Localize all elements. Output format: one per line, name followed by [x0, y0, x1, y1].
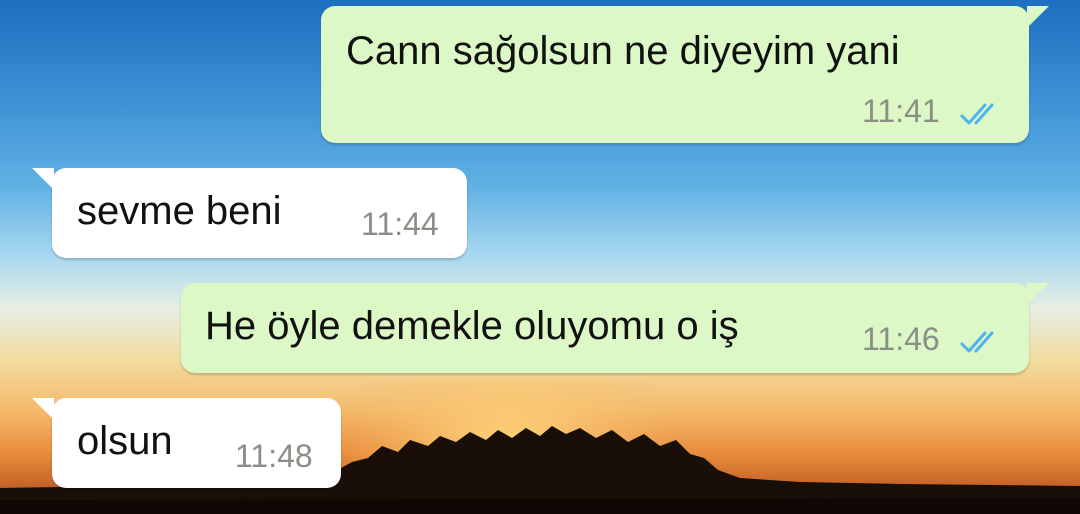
bubble-tail: [1027, 283, 1049, 305]
bubble-tail: [1027, 6, 1049, 28]
message-bubble-incoming[interactable]: sevme beni 11:44: [32, 168, 467, 258]
double-check-read-icon: [960, 331, 994, 353]
message-bubble-outgoing[interactable]: Cann sağolsun ne diyeyim yani 11:41: [321, 6, 1049, 143]
message-timestamp: 11:41: [862, 93, 940, 129]
message-timestamp: 11:46: [862, 321, 940, 357]
message-bubble-outgoing[interactable]: He öyle demekle oluyomu o iş 11:46: [181, 283, 1049, 373]
message-bubble-incoming[interactable]: olsun 11:48: [32, 398, 341, 488]
message-text: Cann sağolsun ne diyeyim yani: [346, 29, 900, 73]
message-timestamp: 11:48: [235, 438, 313, 474]
message-text: olsun: [77, 419, 173, 463]
message-timestamp: 11:44: [361, 206, 439, 242]
double-check-read-icon: [960, 103, 994, 125]
message-text: sevme beni: [77, 189, 282, 233]
message-text: He öyle demekle oluyomu o iş: [205, 304, 739, 348]
bubble-tail: [32, 398, 54, 420]
bubble-tail: [32, 168, 54, 190]
